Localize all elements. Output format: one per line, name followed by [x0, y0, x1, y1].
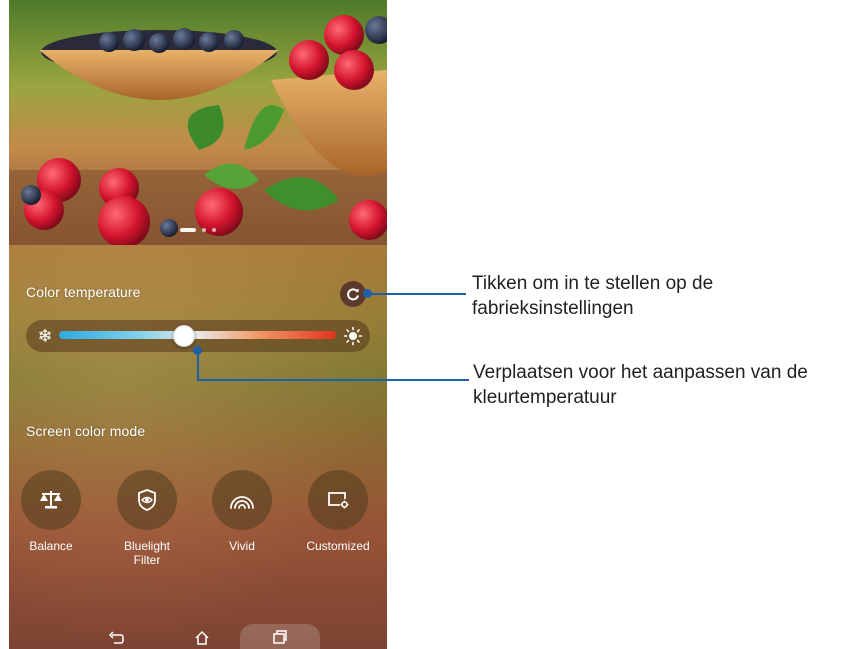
screen-color-mode-label: Screen color mode — [26, 423, 146, 439]
vivid-arcs-icon — [230, 496, 254, 509]
mode-balance-button[interactable]: Balance — [11, 470, 91, 553]
callout-slider-vertical-line — [197, 350, 199, 380]
page-dot — [212, 228, 216, 232]
callout-reset-text: Tikken om in te stellen op de fabrieksin… — [472, 273, 714, 319]
callout-reset-line — [368, 293, 466, 295]
page-dot — [202, 228, 206, 232]
refresh-icon — [347, 288, 359, 301]
color-temperature-label: Color temperature — [26, 284, 141, 300]
mode-customized-circle — [308, 470, 368, 530]
wallpaper-page-indicator — [9, 228, 387, 232]
home-button[interactable] — [187, 628, 217, 648]
mode-bluelight-label: Bluelight Filter — [123, 539, 171, 567]
wallpaper-image — [9, 0, 387, 245]
back-arrow-icon — [108, 631, 124, 644]
mode-balance-circle — [21, 470, 81, 530]
snowflake-icon: ❄ — [37, 326, 53, 346]
mode-bluelight-circle — [117, 470, 177, 530]
back-button[interactable] — [101, 628, 131, 648]
page-dot-active — [180, 228, 196, 232]
mode-customized-button[interactable]: Customized — [298, 470, 378, 553]
mode-vivid-button[interactable]: Vivid — [202, 470, 282, 553]
callout-slider-text: Verplaatsen voor het aanpassen van de kl… — [473, 362, 808, 408]
navigation-bar — [9, 620, 387, 649]
recent-apps-icon — [273, 630, 287, 644]
home-icon — [195, 630, 209, 645]
eye-shield-icon — [138, 489, 156, 511]
sun-icon — [343, 326, 363, 346]
mode-vivid-circle — [212, 470, 272, 530]
settings-panel-background — [9, 245, 387, 649]
slider-thumb[interactable] — [172, 325, 195, 347]
mode-balance-label: Balance — [29, 539, 73, 553]
callout-slider-horizontal-line — [197, 379, 469, 381]
balance-scale-icon — [40, 491, 62, 509]
phone-screen: Color temperature ❄ Screen color mode Ba… — [9, 0, 387, 649]
recent-apps-button[interactable] — [240, 624, 320, 649]
mode-customized-label: Customized — [306, 539, 370, 553]
temperature-gradient-bar[interactable] — [59, 331, 336, 339]
mode-bluelight-filter-button[interactable]: Bluelight Filter — [107, 470, 187, 567]
customize-screen-icon — [328, 492, 349, 509]
mode-vivid-label: Vivid — [229, 539, 255, 553]
